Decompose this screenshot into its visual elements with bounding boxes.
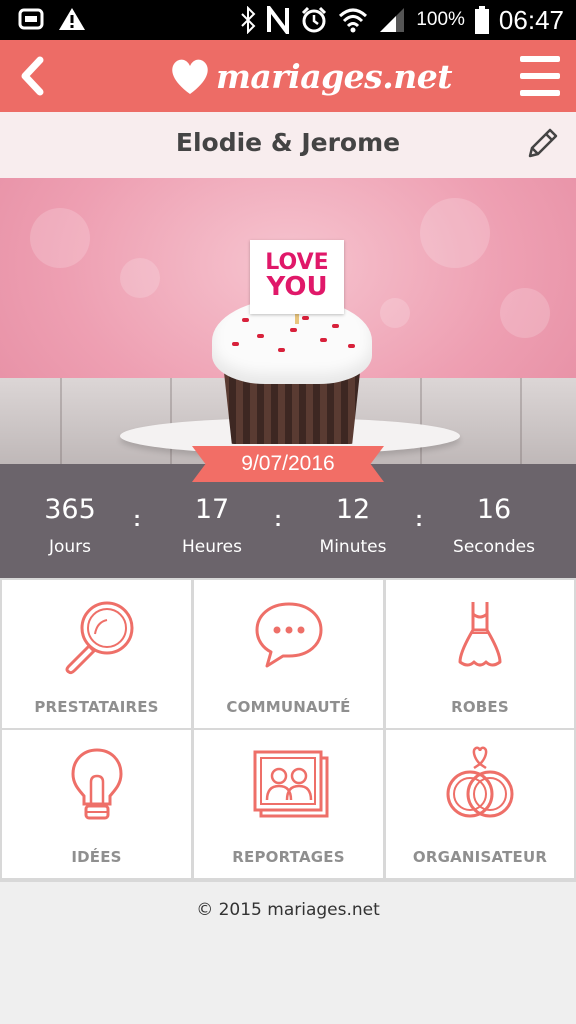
heart-logo-icon (172, 59, 208, 94)
status-bar: 100% 06:47 (0, 0, 576, 40)
tile-reportages[interactable]: REPORTAGES (194, 730, 383, 878)
couple-bar: Elodie & Jerome (0, 112, 576, 178)
countdown-label: Jours (48, 537, 92, 557)
tile-label: ROBES (451, 698, 509, 716)
logo-text: mariages.net (216, 56, 452, 96)
hamburger-bar (520, 73, 560, 79)
hero-image: LOVE YOU (0, 178, 576, 464)
sign-line2: YOU (266, 272, 328, 302)
countdown-hours: 17 Heures (142, 494, 282, 557)
app-header: mariages.net (0, 40, 576, 112)
pencil-icon (528, 128, 558, 158)
back-button[interactable] (12, 52, 52, 100)
wedding-date-ribbon: 9/07/2016 (192, 446, 384, 482)
tile-organisateur[interactable]: ORGANISATEUR (386, 730, 574, 878)
sign-line1: LOVE (265, 250, 329, 275)
countdown-minutes: 12 Minutes (283, 494, 423, 557)
feature-grid: PRESTATAIRES COMMUNAUTÉ ROBES IDÉES REPO… (0, 578, 576, 882)
chat-bubble-icon (255, 602, 322, 668)
bokeh (500, 288, 550, 338)
photo-album-icon (253, 750, 328, 818)
tile-idees[interactable]: IDÉES (2, 730, 191, 878)
couple-names: Elodie & Jerome (175, 128, 401, 157)
footer: © 2015 mariages.net (0, 882, 576, 1024)
bokeh (120, 258, 160, 298)
tile-label: REPORTAGES (232, 848, 345, 866)
tile-prestataires[interactable]: PRESTATAIRES (2, 580, 191, 728)
app-screen: 100% 06:47 mariages.net Elodie & Jerome (0, 0, 576, 1024)
lightbulb-icon (70, 748, 123, 820)
countdown-days: 365 Jours (0, 494, 140, 557)
menu-button[interactable] (518, 54, 562, 98)
bokeh (420, 198, 490, 268)
signal-icon (380, 8, 405, 32)
countdown-label: Secondes (453, 537, 535, 557)
hamburger-bar (520, 90, 560, 96)
warning-icon (59, 8, 85, 30)
countdown-value: 17 (194, 494, 230, 525)
hamburger-icon (520, 56, 560, 62)
bokeh (380, 298, 410, 328)
logo[interactable]: mariages.net (168, 46, 452, 106)
tile-robes[interactable]: ROBES (386, 580, 574, 728)
countdown-value: 16 (476, 494, 512, 525)
battery-percent: 100% (416, 9, 465, 30)
edit-button[interactable] (526, 126, 560, 160)
tile-label: IDÉES (71, 848, 122, 866)
bokeh (30, 208, 90, 268)
bluetooth-icon (241, 6, 256, 34)
magnifier-icon (65, 601, 133, 675)
countdown-value: 365 (44, 494, 96, 525)
countdown-label: Heures (182, 537, 242, 557)
dress-icon (458, 602, 502, 667)
tile-communaute[interactable]: COMMUNAUTÉ (194, 580, 383, 728)
clock: 06:47 (498, 4, 564, 35)
countdown-value: 12 (335, 494, 371, 525)
wedding-rings-icon (446, 746, 514, 818)
countdown-seconds: 16 Secondes (424, 494, 564, 557)
tile-label: COMMUNAUTÉ (226, 698, 351, 716)
love-you-sign: LOVE YOU (250, 240, 344, 314)
countdown-label: Minutes (319, 537, 387, 557)
nfc-icon (267, 6, 290, 34)
chevron-left-icon (21, 56, 44, 96)
tile-label: ORGANISATEUR (412, 848, 548, 866)
alarm-icon (302, 6, 327, 33)
wifi-icon (339, 8, 368, 33)
tile-label: PRESTATAIRES (34, 698, 159, 716)
copyright: © 2015 mariages.net (196, 900, 380, 920)
gallery-icon (18, 8, 44, 30)
battery-icon (474, 6, 489, 34)
